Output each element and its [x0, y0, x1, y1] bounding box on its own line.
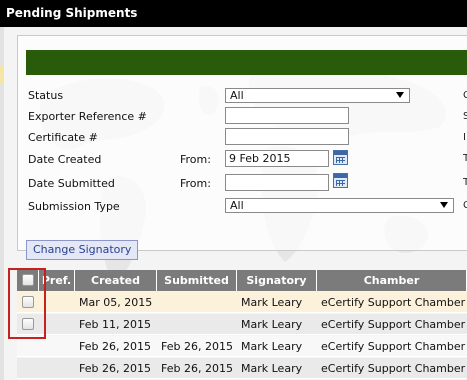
panel-header-bar [26, 50, 467, 75]
signatory-cell: Mark Leary [241, 296, 303, 309]
column-header-created[interactable]: Created [75, 270, 157, 291]
signatory-cell: Mark Leary [241, 362, 303, 375]
date-submitted-label: Date Submitted [28, 177, 115, 190]
clipped-label: S [463, 111, 467, 122]
clipped-label: T [463, 153, 467, 164]
clipped-label: C [463, 200, 467, 211]
selection-highlight-outline [8, 268, 46, 339]
certificate-input[interactable] [225, 128, 349, 145]
submitted-cell: Feb 26, 2015 [161, 340, 233, 353]
date-created-from-label: From: [180, 153, 211, 166]
pref-cell [39, 336, 75, 357]
table-header-row: Pref. Created Submitted Signatory Chambe… [17, 270, 467, 291]
created-cell: Mar 05, 2015 [79, 296, 153, 309]
row-select-cell [17, 336, 39, 357]
row-select-cell [17, 358, 39, 379]
window-title-bar: Pending Shipments [0, 0, 467, 27]
status-select[interactable]: All [225, 88, 410, 103]
column-header-submitted[interactable]: Submitted [157, 270, 237, 291]
submitted-cell [157, 292, 237, 313]
chamber-cell: eCertify Support Chamber [321, 296, 466, 309]
submission-type-label: Submission Type [28, 200, 120, 213]
status-label: Status [28, 89, 64, 102]
submitted-cell: Feb 26, 2015 [161, 362, 233, 375]
signatory-cell: Mark Leary [241, 318, 303, 331]
table-row[interactable]: Feb 11, 2015 Mark Leary eCertify Support C… [17, 314, 467, 335]
pref-cell [39, 358, 75, 379]
dropdown-arrow-icon [440, 202, 448, 208]
clipped-label: C [463, 90, 467, 101]
table-row[interactable]: Mar 05, 2015 Mark Leary eCertify Support C… [17, 292, 467, 313]
date-created-from-input[interactable]: 9 Feb 2015 [225, 150, 329, 167]
table-row[interactable]: Feb 26, 2015 Feb 26, 2015 Mark Leary eCerti… [17, 336, 467, 357]
created-cell: Feb 26, 2015 [79, 340, 151, 353]
date-created-label: Date Created [28, 153, 102, 166]
dropdown-arrow-icon [396, 92, 404, 98]
calendar-icon[interactable] [333, 173, 348, 188]
column-header-signatory[interactable]: Signatory [237, 270, 317, 291]
chamber-cell: eCertify Support Chamber [321, 340, 466, 353]
created-cell: Feb 26, 2015 [79, 362, 151, 375]
status-select-value: All [230, 89, 244, 102]
submission-type-select-value: All [230, 199, 244, 212]
submission-type-select[interactable]: All [225, 198, 454, 213]
date-submitted-from-label: From: [180, 177, 211, 190]
clipped-label: I [463, 132, 466, 143]
certificate-label: Certificate # [28, 131, 98, 144]
left-edge-strip [0, 27, 4, 380]
chamber-cell: eCertify Support Chamber [321, 362, 466, 375]
window-title: Pending Shipments [6, 6, 138, 20]
submitted-cell [157, 314, 237, 335]
calendar-icon[interactable] [333, 150, 348, 165]
table-row[interactable]: Feb 26, 2015 Feb 26, 2015 Mark Leary eCerti… [17, 358, 467, 379]
column-header-chamber[interactable]: Chamber [317, 270, 467, 291]
chamber-cell: eCertify Support Chamber [321, 318, 466, 331]
signatory-cell: Mark Leary [241, 340, 303, 353]
exporter-reference-input[interactable] [225, 107, 349, 124]
change-signatory-button[interactable]: Change Signatory [26, 240, 139, 260]
created-cell: Feb 11, 2015 [79, 318, 151, 331]
exporter-reference-label: Exporter Reference # [28, 110, 147, 123]
clipped-label: T [463, 177, 467, 188]
date-submitted-from-input[interactable] [225, 174, 329, 191]
